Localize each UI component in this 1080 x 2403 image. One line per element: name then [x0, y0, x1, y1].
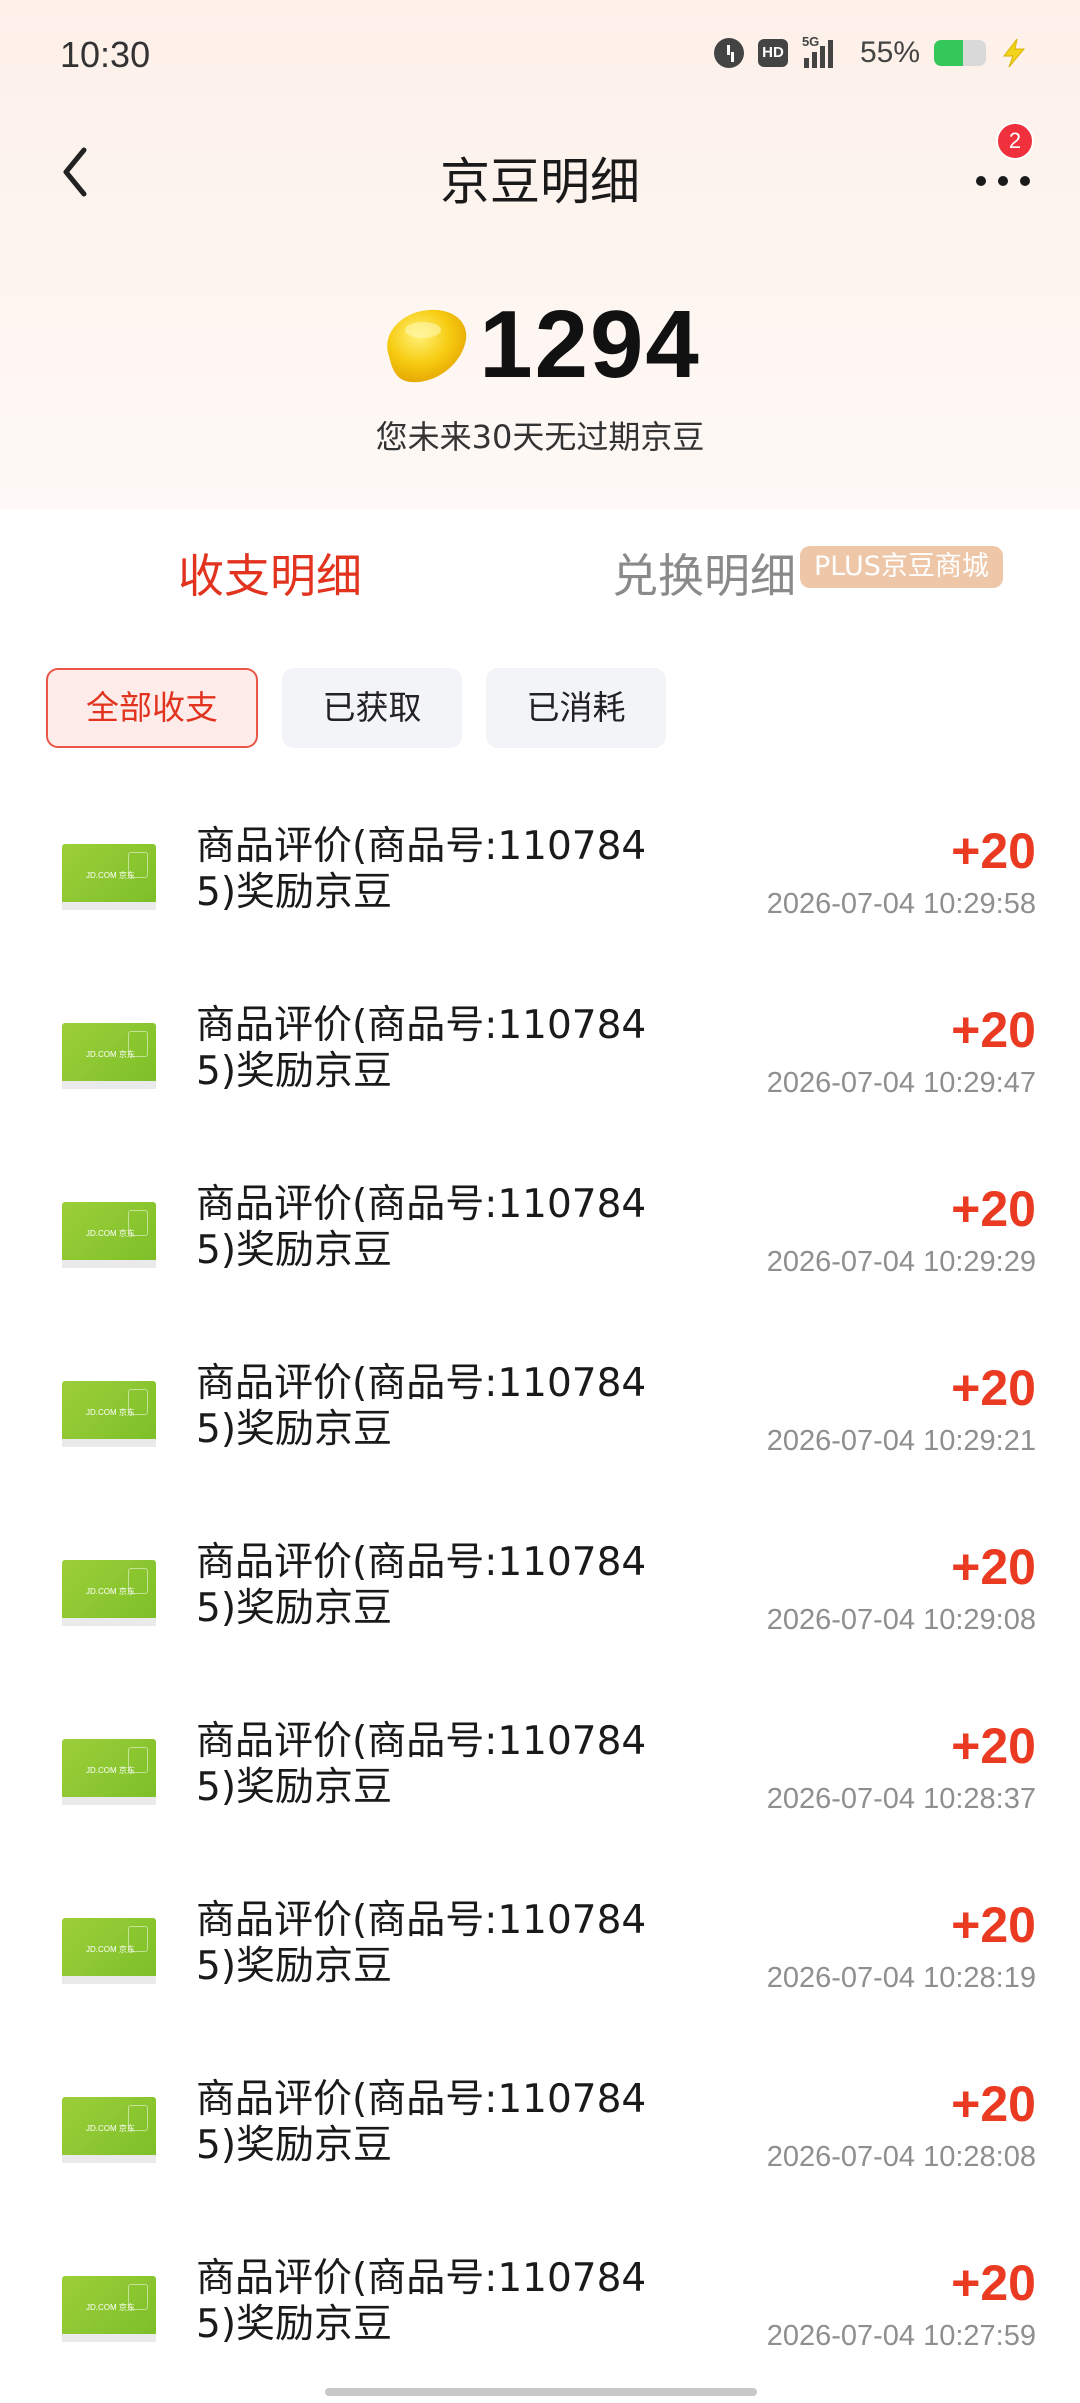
alarm-icon	[713, 38, 744, 68]
record-list: JD.COM 京东 商品评价(商品号:1107845)奖励京豆 +20 2026-07…	[0, 792, 1080, 2403]
gift-card-thumbnail: JD.COM 京东	[62, 1023, 156, 1089]
record-time: 2026-07-04 10:28:37	[766, 1783, 1036, 1815]
record-amount: +20	[951, 1718, 1036, 1774]
record-title: 商品评价(商品号:1107845)奖励京豆	[196, 1361, 647, 1452]
hd-icon: HD	[757, 39, 788, 67]
gift-card-thumbnail: JD.COM 京东	[62, 844, 156, 910]
tab-bar: 收支明细 兑换明细 PLUS京豆商城	[0, 510, 1080, 630]
record-time: 2026-07-04 10:28:19	[766, 1962, 1036, 1994]
filter-spent[interactable]: 已消耗	[486, 668, 666, 748]
list-item[interactable]: JD.COM 京东 商品评价(商品号:1107845)奖励京豆 +20 2026-07…	[0, 1866, 1080, 2045]
record-title: 商品评价(商品号:1107845)奖励京豆	[196, 824, 647, 915]
tab-exchange[interactable]: 兑换明细	[612, 540, 796, 606]
list-item[interactable]: JD.COM 京东 商品评价(商品号:1107845)奖励京豆 +20 2026-07…	[0, 1150, 1080, 1329]
battery-percent: 55%	[859, 36, 920, 69]
record-time: 2026-07-04 10:29:58	[766, 888, 1036, 920]
record-time: 2026-07-04 10:27:59	[766, 2320, 1036, 2352]
filter-chips: 全部收支 已获取 已消耗	[46, 668, 666, 748]
list-item[interactable]: JD.COM 京东 商品评价(商品号:1107845)奖励京豆 +20 2026-07…	[0, 1329, 1080, 1508]
status-bar: 10:30 HD 5G 55%	[0, 0, 1080, 112]
jd-bean-icon	[387, 309, 467, 383]
charging-icon	[1000, 38, 1028, 68]
notification-badge: 2	[996, 122, 1034, 160]
bean-count: 1294	[479, 291, 701, 398]
record-amount: +20	[951, 1897, 1036, 1953]
status-icons: HD 5G 55%	[713, 34, 1028, 70]
gift-card-thumbnail: JD.COM 京东	[62, 1560, 156, 1626]
page-title: 京豆明细	[440, 153, 640, 211]
list-item[interactable]: JD.COM 京东 商品评价(商品号:1107845)奖励京豆 +20 2026-07…	[0, 1687, 1080, 1866]
record-amount: +20	[951, 1181, 1036, 1237]
record-title: 商品评价(商品号:1107845)奖励京豆	[196, 1898, 647, 1989]
gift-card-thumbnail: JD.COM 京东	[62, 1739, 156, 1805]
list-item[interactable]: JD.COM 京东 商品评价(商品号:1107845)奖励京豆 +20 2026-07…	[0, 2224, 1080, 2403]
record-time: 2026-07-04 10:29:29	[766, 1246, 1036, 1278]
record-title: 商品评价(商品号:1107845)奖励京豆	[196, 1182, 647, 1273]
battery-icon	[934, 40, 986, 66]
plus-mall-tag[interactable]: PLUS京豆商城	[800, 546, 1003, 588]
status-time: 10:30	[60, 34, 151, 75]
record-title: 商品评价(商品号:1107845)奖励京豆	[196, 1719, 647, 1810]
list-item[interactable]: JD.COM 京东 商品评价(商品号:1107845)奖励京豆 +20 2026-07…	[0, 2045, 1080, 2224]
network-type: 5G	[801, 34, 820, 49]
record-time: 2026-07-04 10:28:08	[766, 2141, 1036, 2173]
record-title: 商品评价(商品号:1107845)奖励京豆	[196, 2077, 647, 2168]
bean-balance: 1294	[0, 290, 1080, 400]
record-amount: +20	[951, 2076, 1036, 2132]
record-time: 2026-07-04 10:29:21	[766, 1425, 1036, 1457]
tab-income-expense[interactable]: 收支明细	[178, 540, 362, 606]
gift-card-thumbnail: JD.COM 京东	[62, 1918, 156, 1984]
signal-icon: 5G	[802, 34, 846, 68]
gift-card-thumbnail: JD.COM 京东	[62, 1202, 156, 1268]
gift-card-thumbnail: JD.COM 京东	[62, 1381, 156, 1447]
record-time: 2026-07-04 10:29:47	[766, 1067, 1036, 1099]
list-item[interactable]: JD.COM 京东 商品评价(商品号:1107845)奖励京豆 +20 2026-07…	[0, 1508, 1080, 1687]
home-indicator[interactable]	[325, 2388, 757, 2396]
navigation-bar: 京豆明细	[0, 112, 1080, 232]
record-amount: +20	[951, 1002, 1036, 1058]
list-item[interactable]: JD.COM 京东 商品评价(商品号:1107845)奖励京豆 +20 2026-07…	[0, 971, 1080, 1150]
gift-card-thumbnail: JD.COM 京东	[62, 2097, 156, 2163]
record-amount: +20	[951, 1360, 1036, 1416]
record-title: 商品评价(商品号:1107845)奖励京豆	[196, 1540, 647, 1631]
filter-all[interactable]: 全部收支	[46, 668, 258, 748]
list-item[interactable]: JD.COM 京东 商品评价(商品号:1107845)奖励京豆 +20 2026-07…	[0, 792, 1080, 971]
record-title: 商品评价(商品号:1107845)奖励京豆	[196, 1003, 647, 1094]
record-amount: +20	[951, 823, 1036, 879]
record-amount: +20	[951, 1539, 1036, 1595]
gift-card-thumbnail: JD.COM 京东	[62, 2276, 156, 2342]
expiry-note: 您未来30天无过期京豆	[375, 418, 705, 456]
record-title: 商品评价(商品号:1107845)奖励京豆	[196, 2256, 647, 2347]
record-amount: +20	[951, 2255, 1036, 2311]
filter-earned[interactable]: 已获取	[282, 668, 462, 748]
more-dots-icon	[976, 176, 986, 186]
record-time: 2026-07-04 10:29:08	[766, 1604, 1036, 1636]
